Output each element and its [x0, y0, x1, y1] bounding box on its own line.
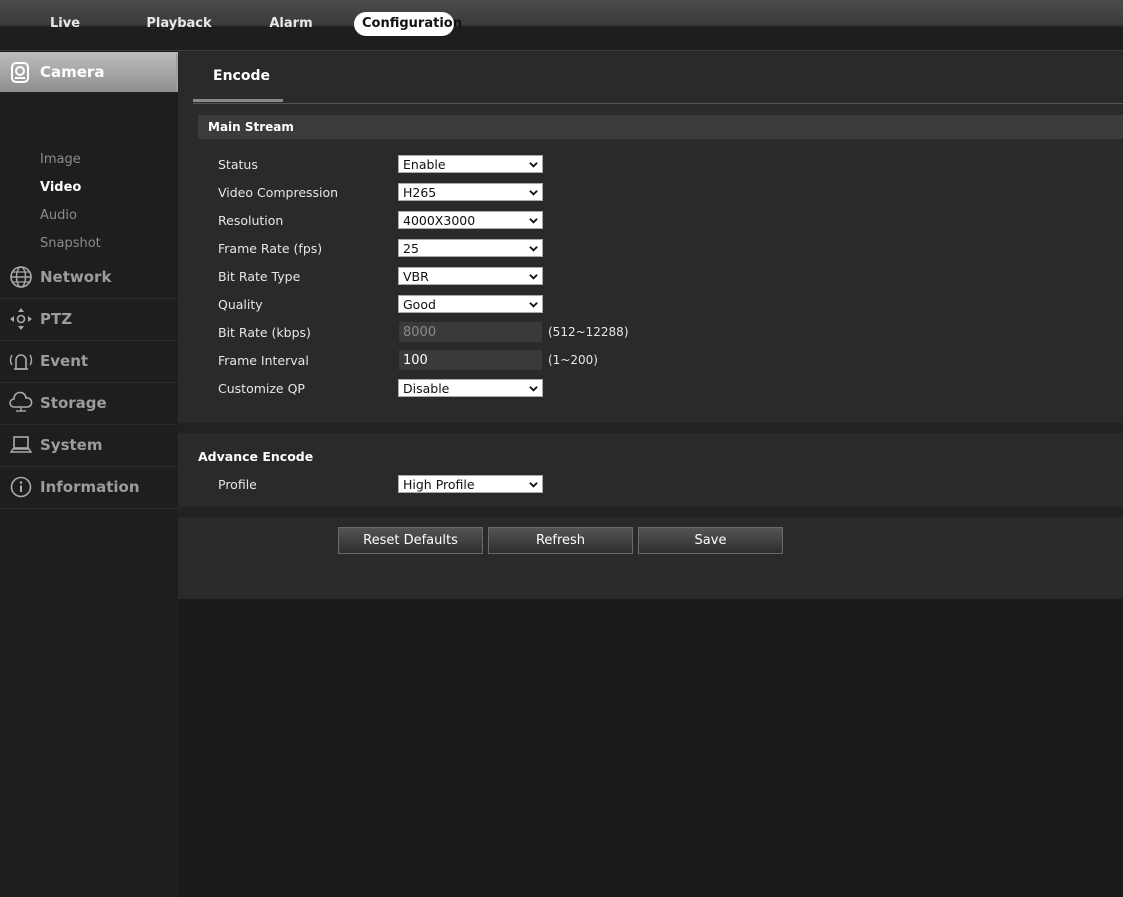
customize-qp-label: Customize QP: [218, 381, 305, 396]
section-divider: [178, 507, 1123, 517]
nav-playback[interactable]: Playback: [144, 12, 214, 36]
bit-rate-label: Bit Rate (kbps): [218, 325, 311, 340]
tab-divider: [193, 103, 1123, 104]
resolution-label: Resolution: [218, 213, 284, 228]
chevron-down-icon: [529, 302, 538, 308]
sidebar-item-storage[interactable]: Storage: [0, 383, 178, 425]
tab-encode[interactable]: Encode: [193, 51, 283, 102]
bit-rate-type-label: Bit Rate Type: [218, 269, 301, 284]
status-label: Status: [218, 157, 258, 172]
status-select[interactable]: Enable: [398, 155, 543, 173]
chevron-down-icon: [529, 218, 538, 224]
nav-configuration[interactable]: Configuration: [354, 12, 462, 36]
select-value: Disable: [403, 381, 450, 396]
select-value: High Profile: [403, 477, 475, 492]
video-compression-select[interactable]: H265: [398, 183, 543, 201]
sidebar-item-label: Event: [40, 352, 89, 370]
bit-rate-type-select[interactable]: VBR: [398, 267, 543, 285]
chevron-down-icon: [529, 190, 538, 196]
resolution-select[interactable]: 4000X3000: [398, 211, 543, 229]
globe-icon: [10, 266, 32, 288]
quality-select[interactable]: Good: [398, 295, 543, 313]
active-tab-underline: [193, 99, 283, 102]
select-value: 25: [403, 241, 419, 256]
subitem-snapshot[interactable]: Snapshot: [40, 236, 101, 251]
frame-interval-range-hint: (1~200): [548, 353, 598, 367]
laptop-icon: [9, 436, 33, 453]
reset-defaults-button[interactable]: Reset Defaults: [338, 527, 483, 554]
sidebar-item-network[interactable]: Network: [0, 257, 178, 299]
chevron-down-icon: [529, 246, 538, 252]
sidebar-item-label: Storage: [40, 394, 107, 412]
advance-encode-title: Advance Encode: [198, 449, 314, 464]
refresh-button[interactable]: Refresh: [488, 527, 633, 554]
sidebar-item-label: System: [40, 436, 103, 454]
main-stream-header: Main Stream: [198, 115, 1123, 139]
sidebar-item-information[interactable]: Information: [0, 467, 178, 509]
chevron-down-icon: [529, 162, 538, 168]
select-value: 4000X3000: [403, 213, 476, 228]
alarm-bell-icon: [9, 354, 33, 370]
nav-alarm[interactable]: Alarm: [266, 12, 316, 36]
section-title: Main Stream: [208, 120, 294, 134]
profile-select[interactable]: High Profile: [398, 475, 543, 493]
tab-label: Encode: [213, 68, 270, 84]
subitem-audio[interactable]: Audio: [40, 208, 77, 223]
select-value: Enable: [403, 157, 446, 172]
profile-label: Profile: [218, 477, 257, 492]
sidebar-item-label: Camera: [40, 63, 105, 81]
sidebar-item-label: Information: [40, 478, 140, 496]
quality-label: Quality: [218, 297, 263, 312]
sidebar-item-ptz[interactable]: PTZ: [0, 299, 178, 341]
select-value: Good: [403, 297, 436, 312]
subitem-video[interactable]: Video: [40, 180, 81, 195]
ptz-directions-icon: [10, 308, 32, 330]
camera-icon: [11, 62, 29, 83]
frame-rate-select[interactable]: 25: [398, 239, 543, 257]
select-value: VBR: [403, 269, 429, 284]
save-button[interactable]: Save: [638, 527, 783, 554]
top-navigation-bar: Live Playback Alarm Configuration: [0, 0, 1123, 51]
chevron-down-icon: [529, 274, 538, 280]
sidebar-item-label: PTZ: [40, 310, 73, 328]
cloud-storage-icon: [9, 391, 33, 412]
customize-qp-select[interactable]: Disable: [398, 379, 543, 397]
section-divider: [178, 423, 1123, 433]
main-panel: Encode Main Stream Status Enable Video C…: [178, 51, 1123, 599]
frame-rate-label: Frame Rate (fps): [218, 241, 323, 256]
chevron-down-icon: [529, 482, 538, 488]
chevron-down-icon: [529, 386, 538, 392]
subitem-image[interactable]: Image: [40, 152, 81, 167]
sidebar-item-event[interactable]: Event: [0, 341, 178, 383]
sidebar-item-system[interactable]: System: [0, 425, 178, 467]
frame-interval-label: Frame Interval: [218, 353, 309, 368]
nav-live[interactable]: Live: [40, 12, 90, 36]
video-compression-label: Video Compression: [218, 185, 339, 200]
bit-rate-input[interactable]: 8000: [398, 321, 543, 343]
select-value: H265: [403, 185, 437, 200]
frame-interval-input[interactable]: 100: [398, 349, 543, 371]
info-icon: [10, 476, 32, 498]
bit-rate-range-hint: (512~12288): [548, 325, 629, 339]
sidebar-item-label: Network: [40, 268, 112, 286]
